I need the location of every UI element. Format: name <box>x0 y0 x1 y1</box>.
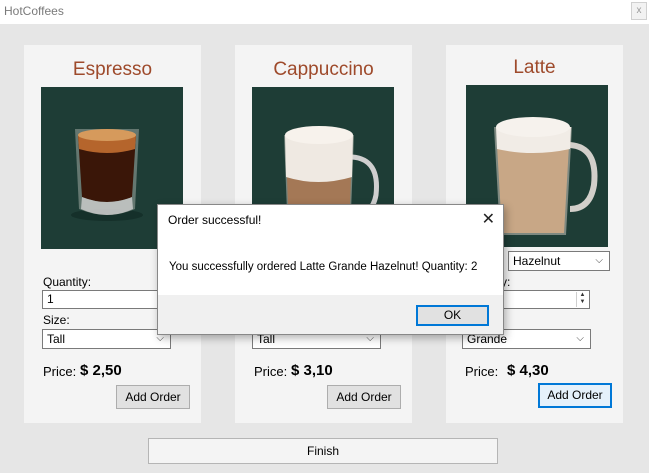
title-bar: HotCoffees x <box>0 0 649 24</box>
size-value: Tall <box>47 332 66 346</box>
dialog-title-bar: Order successful! ✕ <box>158 205 503 235</box>
quantity-field[interactable]: 1 <box>42 290 163 309</box>
dialog-body: You successfully ordered Latte Grande Ha… <box>158 235 503 295</box>
add-order-button[interactable]: Add Order <box>538 383 612 408</box>
chevron-down-icon: ⌵ <box>576 333 584 344</box>
price-value: $ 3,10 <box>291 362 333 379</box>
spin-down-icon[interactable]: ▼ <box>577 299 588 306</box>
ok-button[interactable]: OK <box>416 305 489 326</box>
price-label: Price: <box>465 364 499 379</box>
flavor-select[interactable]: Hazelnut ⌵ <box>508 251 610 271</box>
finish-button[interactable]: Finish <box>148 438 498 464</box>
price-value: $ 2,50 <box>80 362 122 379</box>
dialog-message: You successfully ordered Latte Grande Ha… <box>169 261 478 273</box>
product-name: Latte <box>513 57 556 78</box>
price-value: $ 4,30 <box>507 362 549 379</box>
price-label: Price: <box>43 364 77 379</box>
close-icon[interactable]: ✕ <box>482 209 495 229</box>
size-label: Size: <box>43 313 70 327</box>
order-success-dialog: Order successful! ✕ You successfully ord… <box>157 204 504 335</box>
size-select[interactable]: Tall ⌵ <box>42 329 171 349</box>
spin-buttons[interactable]: ▲ ▼ <box>576 292 588 307</box>
quantity-label: Quantity: <box>43 275 92 289</box>
product-name: Cappuccino <box>273 59 374 80</box>
window-title: HotCoffees <box>4 4 64 18</box>
flavor-value: Hazelnut <box>513 254 561 268</box>
add-order-button[interactable]: Add Order <box>116 385 190 409</box>
close-window-button[interactable]: x <box>631 2 647 20</box>
add-order-button[interactable]: Add Order <box>327 385 401 409</box>
chevron-down-icon: ⌵ <box>595 255 603 266</box>
dialog-title: Order successful! <box>168 213 262 227</box>
price-label: Price: <box>254 364 288 379</box>
product-name: Espresso <box>72 59 153 80</box>
quantity-value: 1 <box>47 292 54 306</box>
quantity-stepper[interactable]: ▲ ▼ <box>501 290 590 309</box>
spin-up-icon[interactable]: ▲ <box>577 292 588 299</box>
